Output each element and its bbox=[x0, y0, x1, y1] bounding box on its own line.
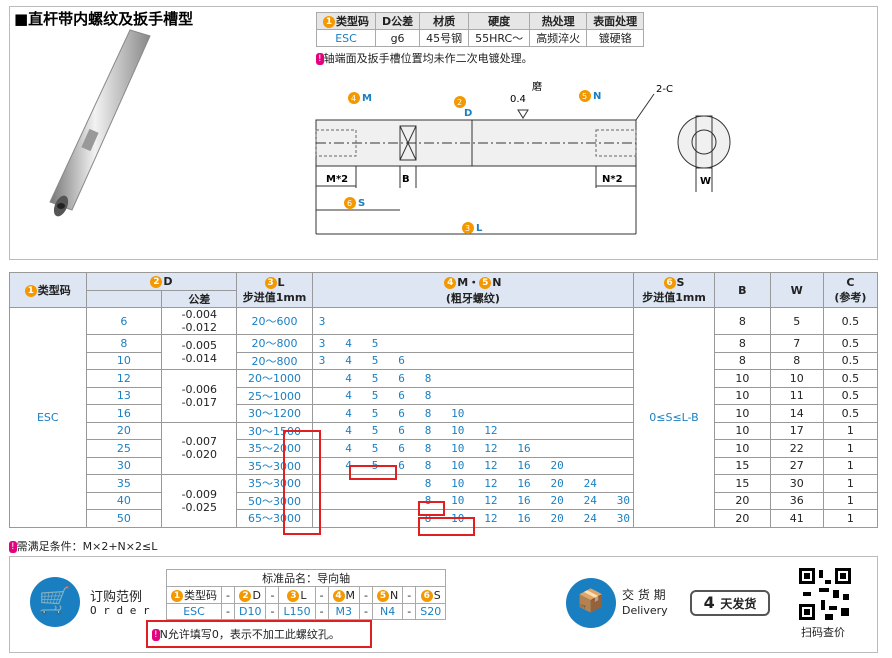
svg-text:M*2: M*2 bbox=[326, 174, 348, 185]
svg-text:N: N bbox=[593, 91, 601, 102]
svg-text:6: 6 bbox=[347, 199, 352, 208]
order-note: ! N允许填写0，表示不加工此螺纹孔。 bbox=[146, 620, 372, 648]
svg-text:0.4: 0.4 bbox=[510, 94, 526, 105]
footnote: ! 需满足条件：M×2+N×2≤L bbox=[9, 540, 158, 553]
box-icon: 📦 bbox=[566, 578, 616, 628]
spec-table: 1 类型码 D公差 材质 硬度 热处理 表面处理 ESC g6 45号钢 55HRC～ 高频淬火镀… bbox=[316, 12, 645, 47]
table-row: 20 -0.007 -0.020 30～1500 4 5 6 8 10 12 10 17… bbox=[10, 421, 879, 475]
table-row: 10 20～800 3 4 5 6 8 8 0.5 bbox=[10, 351, 879, 370]
table-row: 25 35～2000 4 5 6 8 10 12 16 10 22 1 bbox=[10, 439, 879, 458]
dimension-table: 1 类型码 2 D 3 L 步进值1mm 4 M・ 5 N (粗牙螺纹) 6 S 步进值1mm B W C (参考)… bbox=[9, 272, 879, 528]
svg-text:W: W bbox=[700, 176, 711, 187]
plating-note: ! 轴端面及扳手槽位置均未作二次电镀处理。 bbox=[316, 52, 533, 65]
product-image bbox=[49, 29, 151, 217]
svg-text:D: D bbox=[464, 108, 472, 119]
table-row: 12 -0.006 -0.017 20～1000 4 5 6 8 10 10 0.5 bbox=[10, 369, 879, 423]
qr-icon[interactable] bbox=[797, 566, 853, 622]
svg-text:M: M bbox=[362, 93, 372, 104]
table-row: 13 25～1000 4 5 6 8 10 11 0.5 bbox=[10, 386, 879, 405]
table-row: 8 -0.005 -0.014 20～800 3 4 5 8 7 0.5 bbox=[10, 334, 879, 370]
delivery-badge: 4 天发货 bbox=[690, 590, 770, 616]
table-row: 16 30～1200 4 5 6 8 10 10 14 0.5 bbox=[10, 404, 879, 423]
order-label: 订购范例 bbox=[90, 590, 143, 605]
order-table: 标准品名：导向轴 1 类型码 -2 D -3 L -4 M -5 N -6 S ESC - D10- L150… bbox=[165, 569, 447, 620]
svg-text:2: 2 bbox=[457, 98, 462, 107]
svg-text:B: B bbox=[402, 174, 410, 185]
svg-text:S: S bbox=[358, 198, 365, 209]
svg-text:N*2: N*2 bbox=[602, 174, 623, 185]
cart-icon: 🛒 bbox=[30, 577, 80, 627]
table-row: 35 -0.009 -0.025 35～3000 8 10 12 16 20 24 1… bbox=[10, 474, 879, 528]
highlight-8-10 bbox=[418, 517, 475, 536]
svg-text:3: 3 bbox=[465, 224, 470, 233]
svg-text:磨: 磨 bbox=[532, 81, 542, 93]
svg-text:4: 4 bbox=[351, 94, 356, 103]
svg-text:L: L bbox=[476, 223, 483, 234]
highlight-45 bbox=[349, 465, 397, 480]
highlight-8 bbox=[418, 501, 445, 516]
table-row: ESC 6 -0.004 -0.012 20～600 3 0≤S≤L-B 8 5 0.5 bbox=[9, 307, 879, 528]
technical-drawing: 4 M 5 N 2 D 磨 0.4 2-C M*2 B N*2 6 S 3 L … bbox=[315, 81, 731, 235]
highlight-l bbox=[283, 430, 321, 535]
table-row: 30 35～3000 4 5 6 8 10 12 16 20 15 27 1 bbox=[10, 456, 879, 475]
svg-text:5: 5 bbox=[582, 92, 587, 101]
svg-text:2-C: 2-C bbox=[656, 84, 673, 95]
